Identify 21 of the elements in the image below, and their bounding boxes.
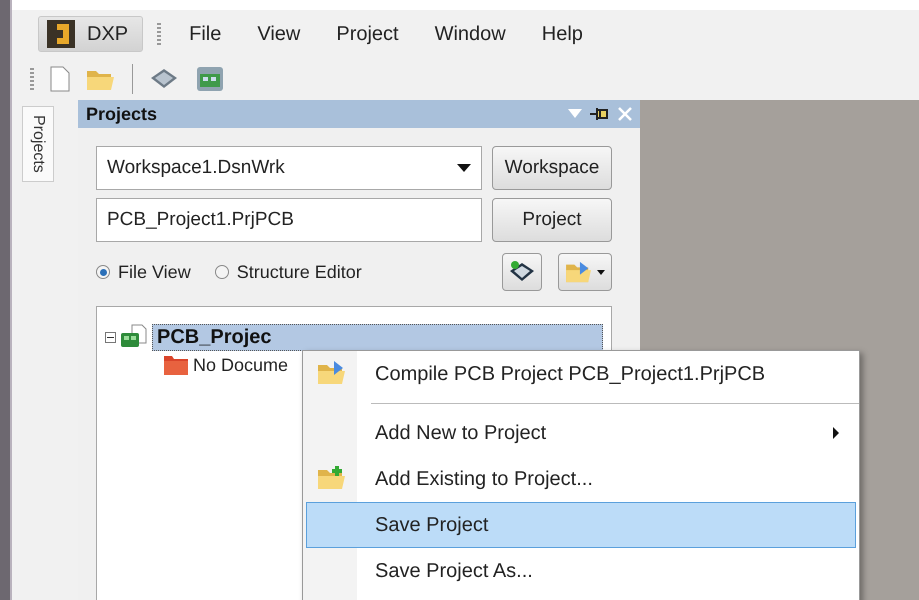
menu-item[interactable]: Add New to Project [306, 410, 856, 456]
project-button[interactable]: Project [492, 198, 612, 242]
menu-item[interactable]: File [179, 18, 232, 50]
menu-item[interactable]: View [247, 18, 310, 50]
radio-option[interactable]: Structure Editor [214, 262, 362, 282]
dxp-menu-button[interactable]: DXP [38, 16, 144, 52]
menu-item[interactable]: Save Project As... [306, 548, 856, 594]
radio-option[interactable]: File View [96, 262, 191, 282]
menu-item[interactable]: Save Project [306, 502, 856, 548]
workspace-button[interactable]: Workspace [492, 146, 612, 190]
workspace-dropdown[interactable]: Workspace1.DsnWrk [96, 146, 482, 190]
menu-item[interactable]: Window [424, 18, 516, 50]
panel-title: Projects [86, 104, 158, 124]
menu-item[interactable]: Compile PCB Project PCB_Project1.PrjPCB [306, 351, 856, 397]
menu-item[interactable]: Add Existing to Project... [306, 456, 856, 502]
side-tab[interactable]: Projects [22, 106, 54, 182]
tree-item[interactable]: PCB_Projec [152, 324, 603, 350]
project-field[interactable]: PCB_Project1.PrjPCB [96, 198, 482, 242]
tree-item[interactable]: No Docume [193, 354, 288, 376]
menu-item[interactable]: Help [532, 18, 593, 50]
menu-item[interactable]: Project [326, 18, 409, 50]
